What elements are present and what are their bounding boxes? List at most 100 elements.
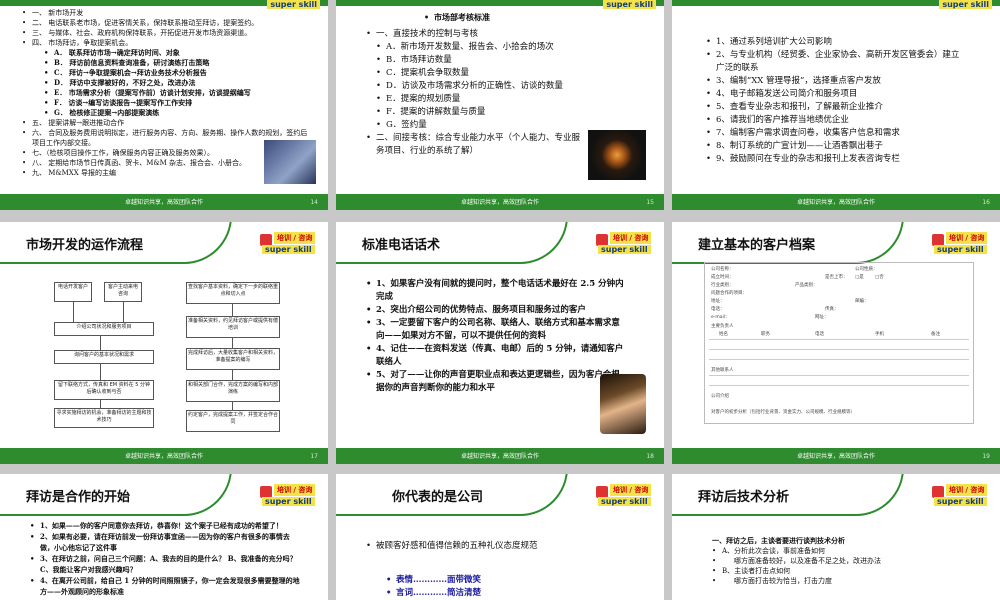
list-item: 3、编制“XX 管理导报”，选择重点客户发放 bbox=[706, 75, 966, 88]
list-item: D．访谈及市场需求分析的正确性、访谈的数量 bbox=[376, 80, 586, 93]
logo: 培训 / 咨询 super skill bbox=[260, 232, 320, 260]
list-item: 9、鼓励顾问在专业的杂志和报刊上发表咨询专栏 bbox=[706, 153, 966, 166]
list-item: 2、突出介绍公司的优势特点、服务项目和服务过的客户 bbox=[366, 304, 628, 317]
form-label: 对客户的初步分析（包括行业背景、资金实力、公司规模、行业规模等） bbox=[711, 410, 855, 415]
list-item: 5、查看专业杂志和报刊，了解最新企业推介 bbox=[706, 101, 966, 114]
list-item: 8、制订系统的广宣计划——让酒香飘出巷子 bbox=[706, 140, 966, 153]
photo-operator bbox=[600, 374, 646, 434]
form-col: 职务 bbox=[761, 332, 770, 337]
form-col: 姓名 bbox=[719, 332, 728, 337]
flow-box: 完成拜访后，大量收集客户和相关资料，准备提案的编写 bbox=[186, 348, 280, 370]
list-item: 一、拜访之后，主谈者要进行谈判技术分析 bbox=[712, 536, 845, 545]
flow-box: 电话开发客户 bbox=[54, 282, 92, 302]
form-col: 电话 bbox=[815, 332, 824, 337]
list-item: 4、在离开公司前，给自己 1 分钟的时间照照镜子，你一定会发现很多需要整理的地方… bbox=[30, 575, 300, 597]
channel-list: 1、通过系列培训扩大公司影响 2、与专业机构（经贸委、企业家协会、高新开发区管委… bbox=[706, 36, 966, 166]
logo: 培训 / 咨询 super skill bbox=[596, 232, 656, 260]
logo: 培训 / 咨询 super skill bbox=[932, 232, 992, 260]
slide-assessment: super skill 市场部考核标准 一、直接技术的控制与考核 A．新市场开发… bbox=[336, 0, 664, 210]
list-item: 一、 新市场开发 bbox=[22, 8, 312, 18]
list-item: 3、一定要留下客户的公司名称、联络人、联络方式和基本需求意向——如果对方不留，可… bbox=[366, 317, 628, 343]
list-item: 5、对了——让你的声音更职业点和表达更逻辑些，因为客户会根据你的声音判断你的能力… bbox=[366, 369, 628, 395]
list-item: D． 拜访中支撑被好的，不好之处，改进办法 bbox=[44, 78, 312, 88]
photo-keyboard bbox=[264, 140, 316, 184]
list-item: 1、通过系列培训扩大公司影响 bbox=[706, 36, 966, 49]
footer: 卓越知识共享，高效团队合作 15 bbox=[336, 196, 664, 210]
list-item: 言词…………简洁清楚 bbox=[386, 587, 586, 600]
flow-box: 寻求实施拜访的机会，准备拜访的主题和技术技巧 bbox=[54, 408, 154, 428]
list-item: 4、记住——在资料发送（传真、电邮）后的 5 分钟，请通知客户联络人 bbox=[366, 343, 628, 369]
form-col: 手机 bbox=[875, 332, 884, 337]
etiquette-lead: 被顾客好感和值得信赖的五种礼仪态度规范 bbox=[366, 540, 556, 553]
logo-text: super skill bbox=[939, 0, 992, 9]
flow-box: 和相关部门合作，完成方案的编写和内部演练 bbox=[186, 380, 280, 402]
flow-box: 查找客户基本资料，确定下一步的联络重点和切入点 bbox=[186, 282, 280, 304]
list-item: 三、 与媒体、社会、政府机构保持联系，开拓促进开发市场资源渠道。 bbox=[22, 28, 312, 38]
form-label: 是否上市： bbox=[825, 275, 848, 280]
form-label: 公司介绍 bbox=[711, 394, 729, 399]
footer: 卓越知识共享，高效团队合作 17 bbox=[0, 450, 328, 464]
list-item: 4、电子邮箱发送公司简介和服务项目 bbox=[706, 88, 966, 101]
list-item: A． 联系拜访市场→确定拜访时间、对象 bbox=[44, 48, 312, 58]
form-label: 电话： bbox=[711, 307, 725, 312]
slide-title: 你代表的是公司 bbox=[392, 490, 484, 505]
slide-title: 拜访后技术分析 bbox=[698, 490, 790, 505]
list-item: 二、间接考核：综合专业能力水平（个人能力、专业服务项目、行业的系统了解） bbox=[366, 132, 586, 158]
list-item: E．提案的规划质量 bbox=[376, 93, 586, 106]
list-item: 1、如果客户没有间就的提问时，整个电话话术最好在 2.5 分钟内完成 bbox=[366, 278, 628, 304]
logo-text: super skill bbox=[603, 0, 656, 9]
list-item: C． 拜访→争取提案机会→拜访业务技术分析报告 bbox=[44, 68, 312, 78]
list-item: A、分析此次会谈，事前准备如何 bbox=[712, 546, 932, 556]
list-item: E． 市场需求分析（提案写作前）访谈计划安排，访谈提纲编写 bbox=[44, 88, 312, 98]
footer: 卓越知识共享，高效团队合作 18 bbox=[336, 450, 664, 464]
script-list: 1、如果客户没有间就的提问时，整个电话话术最好在 2.5 分钟内完成 2、突出介… bbox=[366, 278, 628, 395]
flow-box: 介绍公司状况和服务项目 bbox=[54, 322, 154, 336]
flow-box: 准备相关资料，约见拜访客户或提供有偿培训 bbox=[186, 316, 280, 338]
flow-box: 约定客户，完成提案工作，并签定合作合同 bbox=[186, 410, 280, 432]
list-item: 五、 提案讲解→跟进推动合作 bbox=[22, 118, 312, 128]
list-item: B．市场拜访数量 bbox=[376, 54, 586, 67]
list-item: B、主谈者打击点如何 bbox=[712, 566, 932, 576]
etiquette-list: 表情…………面带微笑 言词…………简洁清楚 bbox=[386, 574, 586, 600]
list-item: F． 访谈→编写访谈报告→提案写作工作安排 bbox=[44, 98, 312, 108]
list-item: 6、请我们的客户推荐当地绩优企业 bbox=[706, 114, 966, 127]
flow-box: 留下联络方式，传真和 EM 资料在 5 分钟后确认收到与否 bbox=[54, 380, 154, 400]
form-label: e-mail： bbox=[711, 315, 730, 320]
footer: 卓越知识共享，高效团队合作 16 bbox=[672, 196, 1000, 210]
slide-market-tasks: super skill 一、 新市场开发 二、 电话联系老市场，促进客情关系，保… bbox=[0, 0, 328, 210]
slide-title: 拜访是合作的开始 bbox=[26, 490, 131, 505]
form-label: 公司名称： bbox=[711, 267, 734, 272]
slide-heading: 市场部考核标准 bbox=[424, 12, 490, 22]
slide-customer-file: 建立基本的客户档案 培训 / 咨询 super skill 公司名称： 公司性质… bbox=[672, 222, 1000, 464]
list-item: 二、 电话联系老市场，促进客情关系，保持联系推动至拜访，提案签约。 bbox=[22, 18, 312, 28]
form-label: 地址： bbox=[711, 299, 725, 304]
form-col: 备注 bbox=[931, 332, 940, 337]
form-label: 主要负责人 bbox=[711, 324, 734, 329]
form-label: 产品类别： bbox=[795, 283, 818, 288]
list-item: C．提案机会争取数量 bbox=[376, 67, 586, 80]
form-label: 成立时间： bbox=[711, 275, 734, 280]
customer-form: 公司名称： 公司性质： 成立时间： 是否上市： □是 □否 行业类别： 产品类别… bbox=[704, 262, 974, 424]
list-item: G．签约量 bbox=[376, 119, 586, 132]
slide-channels: super skill 1、通过系列培训扩大公司影响 2、与专业机构（经贸委、企… bbox=[672, 0, 1000, 210]
form-label: 问题合作的项目： bbox=[711, 291, 747, 296]
flow-box: 询问客户的基本状况和需求 bbox=[54, 350, 154, 364]
logo: 培训 / 咨询 super skill bbox=[596, 484, 656, 512]
list-item: 7、编制客户需求调查问卷，收集客户信息和需求 bbox=[706, 127, 966, 140]
form-label: 传真： bbox=[825, 307, 839, 312]
form-checkbox[interactable]: □是 bbox=[855, 274, 864, 280]
list-item: A．新市场开发数量、报告会、小拾会的场次 bbox=[376, 41, 586, 54]
list-item: 一、直接技术的控制与考核 bbox=[366, 28, 586, 41]
list-item: B． 拜访前信息资料查询准备，研讨演练打击策略 bbox=[44, 58, 312, 68]
form-checkbox[interactable]: □否 bbox=[875, 274, 884, 280]
analysis-list: 一、拜访之后，主谈者要进行谈判技术分析 A、分析此次会谈，事前准备如何 哪方面准… bbox=[712, 536, 932, 586]
slide-visit-start: 拜访是合作的开始 培训 / 咨询 super skill 1、如果——你的客户同… bbox=[0, 474, 328, 600]
slide-process-flow: 市场开发的运作流程 培训 / 咨询 super skill 电话开发客户 客户主… bbox=[0, 222, 328, 464]
form-label: 网址： bbox=[815, 315, 829, 320]
list-item: F．提案的讲解数量与质量 bbox=[376, 106, 586, 119]
visit-list: 1、如果——你的客户同意你去拜访，恭喜你！这个案子已经有成功的希望了！ 2、如果… bbox=[30, 520, 300, 597]
list-item: G． 检核修正提案→内部提案演练 bbox=[44, 108, 312, 118]
slide-title: 标准电话话术 bbox=[362, 238, 441, 253]
list-item: 2、与专业机构（经贸委、企业家协会、高新开发区管委会）建立广泛的联系 bbox=[706, 49, 966, 75]
footer: 卓越知识共享，高效团队合作 19 bbox=[672, 450, 1000, 464]
